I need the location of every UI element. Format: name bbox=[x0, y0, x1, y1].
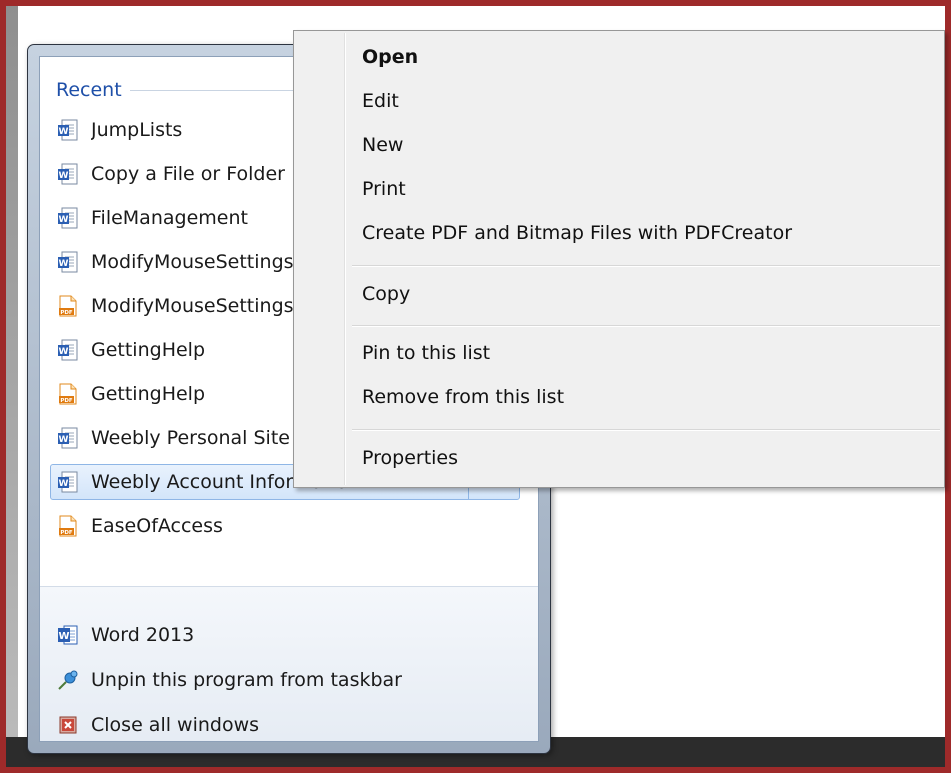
word-doc-icon: W bbox=[58, 471, 78, 493]
svg-text:PDF: PDF bbox=[60, 310, 73, 316]
task-label: Unpin this program from taskbar bbox=[91, 669, 402, 691]
menu-item-edit[interactable]: Edit bbox=[296, 81, 942, 121]
svg-text:PDF: PDF bbox=[60, 530, 73, 536]
pdf-doc-icon: PDF bbox=[59, 383, 77, 405]
svg-text:W: W bbox=[59, 171, 69, 181]
recent-item-label: JumpLists bbox=[91, 119, 183, 141]
recent-item-label: GettingHelp bbox=[91, 339, 206, 361]
word-doc-icon: W bbox=[58, 339, 78, 361]
task-open-word-2013[interactable]: W Word 2013 bbox=[50, 617, 520, 653]
task-unpin-program[interactable]: Unpin this program from taskbar bbox=[50, 662, 520, 698]
svg-text:W: W bbox=[59, 347, 69, 357]
context-menu: Open Edit New Print Create PDF and Bitma… bbox=[293, 30, 945, 488]
recent-item-label: EaseOfAccess bbox=[91, 515, 223, 537]
menu-item-remove-from-list[interactable]: Remove from this list bbox=[296, 377, 942, 417]
recent-item-label: Copy a File or Folder bbox=[91, 163, 285, 185]
svg-text:W: W bbox=[59, 127, 69, 137]
word-doc-icon: W bbox=[58, 427, 78, 449]
menu-separator bbox=[352, 325, 940, 327]
menu-item-create-pdf[interactable]: Create PDF and Bitmap Files with PDFCrea… bbox=[296, 213, 942, 253]
recent-item-label: ModifyMouseSettings bbox=[91, 251, 294, 273]
menu-item-pin-to-list[interactable]: Pin to this list bbox=[296, 333, 942, 373]
pdf-doc-icon: PDF bbox=[59, 295, 77, 317]
menu-item-copy[interactable]: Copy bbox=[296, 274, 942, 314]
svg-text:PDF: PDF bbox=[60, 398, 73, 404]
recent-item-label: FileManagement bbox=[91, 207, 248, 229]
word-doc-icon: W bbox=[58, 163, 78, 185]
svg-text:W: W bbox=[59, 435, 69, 445]
word-doc-icon: W bbox=[58, 119, 78, 141]
menu-item-print[interactable]: Print bbox=[296, 169, 942, 209]
menu-item-properties[interactable]: Properties bbox=[296, 438, 942, 478]
menu-separator bbox=[352, 429, 940, 431]
task-label: Word 2013 bbox=[91, 624, 195, 646]
recent-section-label: Recent bbox=[56, 79, 122, 101]
desktop-background bbox=[6, 6, 18, 767]
svg-text:W: W bbox=[58, 631, 69, 642]
word-doc-icon: W bbox=[58, 207, 78, 229]
pdf-doc-icon: PDF bbox=[59, 515, 77, 537]
word-app-icon: W bbox=[58, 625, 78, 645]
recent-item-label: Weebly Personal Site bbox=[91, 427, 290, 449]
task-label: Close all windows bbox=[91, 714, 260, 736]
word-doc-icon: W bbox=[58, 251, 78, 273]
menu-item-new[interactable]: New bbox=[296, 125, 942, 165]
recent-item-easeofaccess[interactable]: PDF EaseOfAccess bbox=[50, 508, 520, 544]
unpin-icon bbox=[58, 670, 78, 690]
menu-item-open[interactable]: Open bbox=[296, 37, 942, 77]
recent-item-label: GettingHelp bbox=[91, 383, 206, 405]
recent-item-label: ModifyMouseSettings bbox=[91, 295, 294, 317]
svg-text:W: W bbox=[59, 259, 69, 269]
svg-text:W: W bbox=[59, 479, 69, 489]
close-windows-icon bbox=[59, 716, 77, 734]
task-close-all-windows[interactable]: Close all windows bbox=[50, 707, 520, 743]
jump-list-tasks-area: W Word 2013 Unpin this program from task… bbox=[40, 587, 538, 741]
menu-separator bbox=[352, 265, 940, 267]
svg-text:W: W bbox=[59, 215, 69, 225]
